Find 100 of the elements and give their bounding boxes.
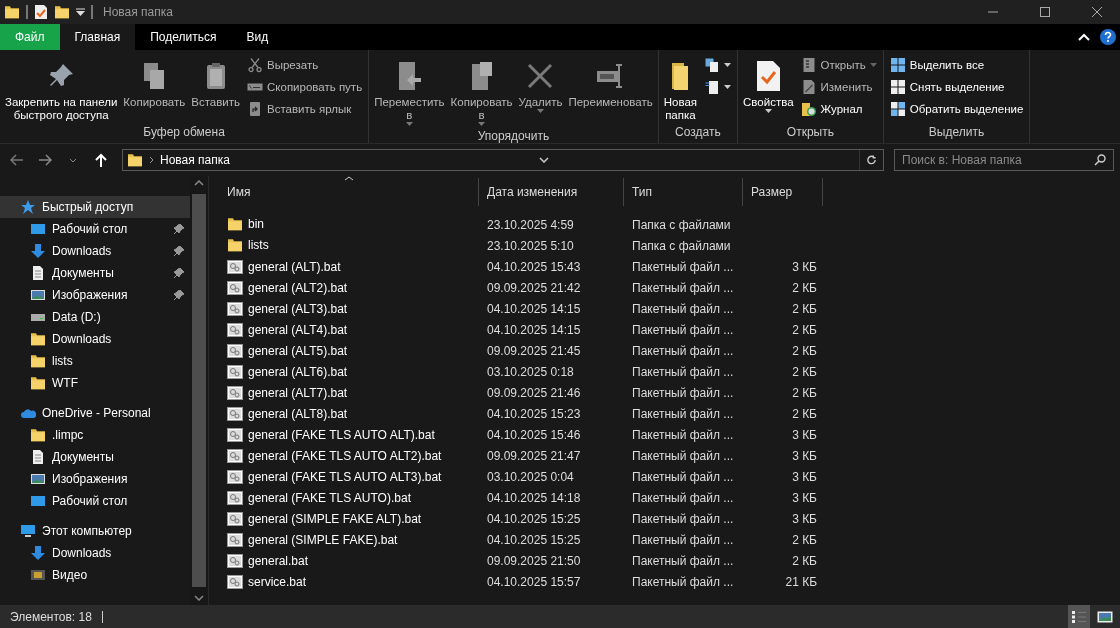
file-name[interactable]: general (ALT4).bat — [219, 322, 479, 337]
pin-icon[interactable] — [174, 290, 184, 300]
column-header[interactable]: Размер — [743, 178, 823, 206]
file-name[interactable]: general (ALT).bat — [219, 259, 479, 274]
nav-item[interactable]: Data (D:) — [0, 306, 190, 328]
table-cell-text: 04.10.2025 14:15 — [486, 301, 582, 316]
file-name[interactable]: general (ALT3).bat — [219, 301, 479, 316]
nav-item[interactable]: Downloads — [0, 240, 190, 262]
file-name[interactable]: general (ALT2).bat — [219, 280, 479, 295]
select-all-icon — [889, 56, 906, 73]
nav-item[interactable]: Быстрый доступ — [0, 196, 190, 218]
table-cell-text: Пакетный файл ... — [631, 574, 735, 589]
gears-file-icon — [227, 532, 243, 547]
nav-item[interactable]: Изображения — [0, 284, 190, 306]
details-view-button[interactable] — [1068, 605, 1090, 628]
file-name[interactable]: general (SIMPLE FAKE).bat — [219, 532, 479, 547]
folder-icon — [30, 353, 46, 369]
file-name[interactable]: service.bat — [219, 574, 479, 589]
column-header[interactable]: Дата изменения — [479, 178, 624, 206]
nav-item[interactable]: Видео — [0, 564, 190, 586]
scroll-down-icon[interactable] — [194, 595, 204, 601]
table-cell-text: Пакетный файл ... — [631, 343, 735, 358]
file-name[interactable]: general (ALT8).bat — [219, 406, 479, 421]
up-arrow-icon — [95, 153, 107, 167]
nav-item[interactable]: Рабочий стол — [0, 490, 190, 512]
ribbon-button[interactable]: Снять выделение — [886, 76, 1027, 97]
search-field[interactable]: Поиск в: Новая папка — [894, 149, 1114, 171]
ribbon-button[interactable]: Новая папка — [661, 54, 700, 124]
file-name[interactable]: general (FAKE TLS AUTO ALT2).bat — [219, 448, 479, 463]
table-cell-text: 3 КБ — [791, 448, 818, 463]
file-name[interactable]: lists — [219, 238, 479, 253]
ribbon-tab[interactable]: Вид — [231, 24, 284, 50]
file-name[interactable]: general (FAKE TLS AUTO ALT).bat — [219, 427, 479, 442]
table-cell-text: 3 КБ — [791, 511, 818, 526]
nav-item[interactable]: Рабочий стол — [0, 218, 190, 240]
group-label: Буфер обмена — [142, 124, 226, 141]
table-cell-text: 2 КБ — [791, 280, 818, 295]
nav-item[interactable]: Downloads — [0, 328, 190, 350]
ribbon-button[interactable]: Журнал — [797, 98, 880, 119]
table-cell-text: Пакетный файл ... — [631, 511, 735, 526]
folder-icon — [4, 4, 20, 20]
file-name[interactable]: general (ALT6).bat — [219, 364, 479, 379]
file-name[interactable]: general (ALT7).bat — [219, 385, 479, 400]
nav-item[interactable]: Документы — [0, 262, 190, 284]
folder-icon — [227, 238, 243, 253]
ribbon-button[interactable]: Выделить все — [886, 54, 1027, 75]
table-cell-text: 2 КБ — [791, 532, 818, 547]
ribbon-tab[interactable]: Главная — [59, 24, 136, 50]
ribbon-tab[interactable]: Поделиться — [135, 24, 232, 50]
table-cell-text: 3 КБ — [791, 490, 818, 505]
gears-file-icon — [227, 280, 243, 295]
table-cell-text: 03.10.2025 0:04 — [486, 469, 575, 484]
ribbon-button[interactable]: Закрепить на панели быстрого доступа — [3, 54, 120, 124]
table-cell-text: 2 КБ — [791, 301, 818, 316]
pin-icon[interactable] — [174, 246, 184, 256]
breadcrumb[interactable]: Новая папка — [160, 153, 230, 167]
collapse-ribbon-icon[interactable] — [1078, 33, 1090, 41]
file-name[interactable]: general (ALT5).bat — [219, 343, 479, 358]
pin-icon[interactable] — [174, 224, 184, 234]
properties-icon[interactable] — [34, 4, 48, 20]
table-cell-text: 3 КБ — [791, 469, 818, 484]
file-name[interactable]: general (FAKE TLS AUTO).bat — [219, 490, 479, 505]
table-cell-text: 3 КБ — [791, 427, 818, 442]
group-label: Упорядочить — [476, 128, 551, 144]
nav-item[interactable]: Этот компьютер — [0, 520, 190, 542]
column-header[interactable]: Тип — [624, 178, 743, 206]
invert-selection-icon — [889, 100, 906, 117]
dropdown-icon[interactable] — [539, 157, 550, 163]
table-cell-text: 04.10.2025 15:43 — [486, 259, 582, 274]
pin-icon[interactable] — [174, 268, 184, 278]
gears-file-icon — [227, 259, 243, 274]
table-cell-text: 09.09.2025 21:42 — [486, 280, 582, 295]
new-item-icon — [704, 56, 721, 73]
file-name[interactable]: general (SIMPLE FAKE ALT).bat — [219, 511, 479, 526]
help-icon[interactable] — [1100, 29, 1116, 45]
table-cell-text: Пакетный файл ... — [631, 406, 735, 421]
nav-item[interactable]: Downloads — [0, 542, 190, 564]
table-cell-text: Пакетный файл ... — [631, 259, 735, 274]
file-name[interactable]: general (FAKE TLS AUTO ALT3).bat — [219, 469, 479, 484]
file-name[interactable]: bin — [219, 217, 479, 232]
ribbon-button[interactable]: Обратить выделение — [886, 98, 1027, 119]
nav-item[interactable]: .limpc — [0, 424, 190, 446]
table-cell-text: 09.09.2025 21:46 — [486, 385, 582, 400]
gears-file-icon — [227, 427, 243, 442]
nav-item[interactable]: lists — [0, 350, 190, 372]
address-bar[interactable]: Новая папка — [122, 149, 884, 171]
nav-item[interactable]: Документы — [0, 446, 190, 468]
dropdown-icon[interactable] — [76, 8, 85, 16]
nav-item[interactable]: Изображения — [0, 468, 190, 490]
nav-item[interactable]: WTF — [0, 372, 190, 394]
computer-icon — [20, 523, 36, 539]
folder-icon — [30, 331, 46, 347]
scroll-up-icon[interactable] — [194, 180, 204, 186]
column-header[interactable]: Имя — [219, 178, 479, 206]
ribbon-button[interactable]: Свойства — [741, 54, 796, 124]
table-cell-text: 2 КБ — [791, 343, 818, 358]
file-name[interactable]: general.bat — [219, 553, 479, 568]
nav-item[interactable]: OneDrive - Personal — [0, 402, 190, 424]
table-cell-text: Пакетный файл ... — [631, 301, 735, 316]
document-icon — [30, 449, 46, 465]
